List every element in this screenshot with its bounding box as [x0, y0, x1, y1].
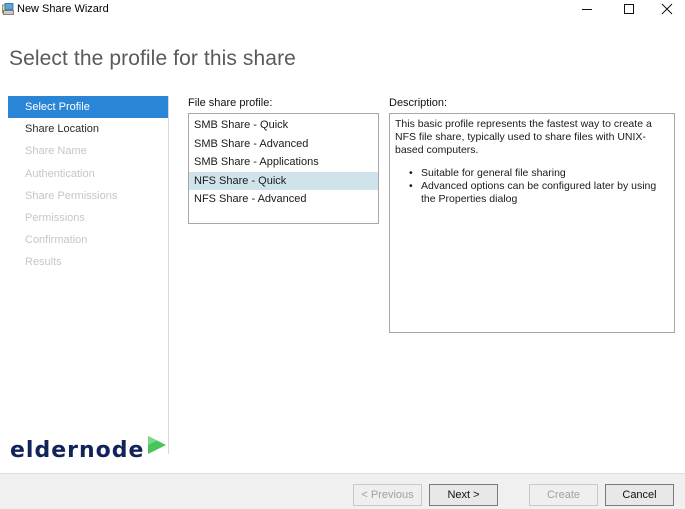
title-bar: New Share Wizard	[0, 0, 685, 20]
nav-step-results: Results	[25, 256, 62, 269]
wizard-steps-nav: Select Profile Share Location Share Name…	[8, 96, 168, 274]
window-title: New Share Wizard	[17, 3, 109, 15]
nav-step-select-profile[interactable]: Select Profile	[8, 96, 168, 119]
profile-item-smb-applications[interactable]: SMB Share - Applications	[189, 153, 378, 172]
eldernode-logo: eldernode	[10, 436, 168, 463]
description-label: Description:	[389, 97, 448, 109]
play-arrow-icon	[146, 434, 168, 459]
close-icon	[661, 3, 673, 15]
nav-step-permissions: Permissions	[25, 211, 85, 224]
nav-step-share-permissions: Share Permissions	[25, 189, 118, 202]
share-wizard-icon	[2, 3, 14, 15]
profile-item-nfs-quick[interactable]: NFS Share - Quick	[189, 171, 378, 190]
nav-step-share-name: Share Name	[25, 145, 87, 158]
eldernode-logo-text: eldernode	[10, 438, 145, 463]
description-bullets: Suitable for general file sharing Advanc…	[395, 167, 669, 205]
file-share-profile-list[interactable]: SMB Share - Quick SMB Share - Advanced S…	[188, 113, 379, 224]
next-button[interactable]: Next >	[429, 484, 498, 506]
create-button[interactable]: Create	[529, 484, 598, 506]
footer-bar: < Previous Next > Create Cancel	[0, 473, 685, 509]
nav-divider	[168, 96, 169, 454]
minimize-icon	[582, 9, 592, 10]
profile-item-nfs-advanced[interactable]: NFS Share - Advanced	[189, 190, 378, 209]
previous-button[interactable]: < Previous	[353, 484, 422, 506]
nav-step-confirmation: Confirmation	[25, 234, 88, 247]
cancel-button[interactable]: Cancel	[605, 484, 674, 506]
nav-step-share-location[interactable]: Share Location	[8, 118, 168, 140]
description-box: This basic profile represents the fastes…	[389, 113, 675, 333]
nav-step-authentication: Authentication	[25, 167, 95, 180]
minimize-button[interactable]	[570, 0, 604, 18]
description-bullet: Advanced options can be configured later…	[409, 180, 669, 206]
maximize-icon	[624, 4, 634, 14]
profile-item-smb-advanced[interactable]: SMB Share - Advanced	[189, 135, 378, 154]
profile-item-smb-quick[interactable]: SMB Share - Quick	[189, 116, 378, 135]
close-button[interactable]	[650, 0, 684, 18]
maximize-button[interactable]	[612, 0, 646, 18]
file-share-profile-label: File share profile:	[188, 97, 273, 109]
page-title: Select the profile for this share	[9, 47, 296, 70]
description-text: This basic profile represents the fastes…	[395, 118, 652, 156]
description-bullet: Suitable for general file sharing	[409, 167, 669, 180]
